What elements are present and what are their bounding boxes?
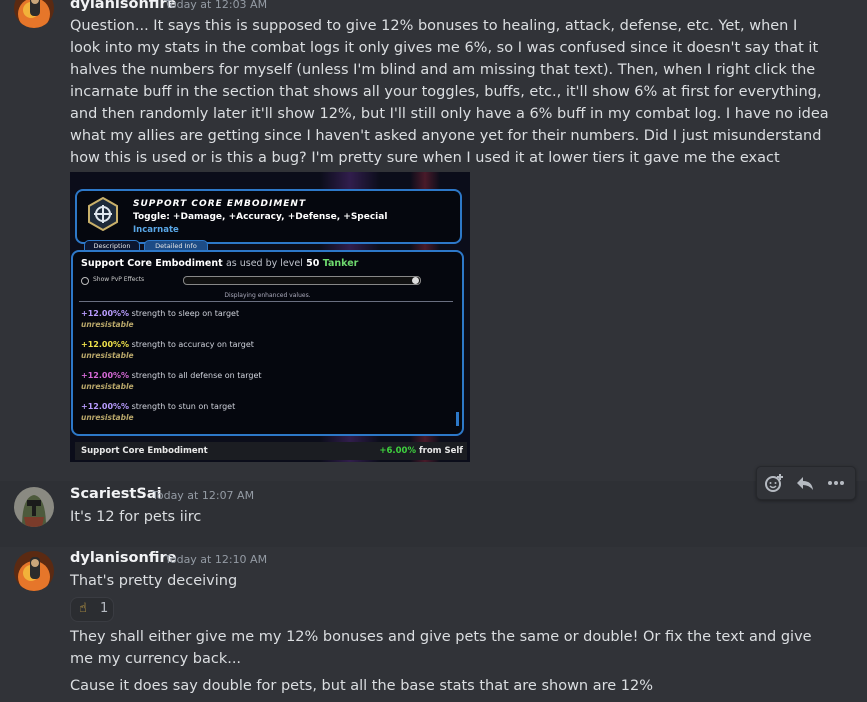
- add-reaction-icon[interactable]: [762, 471, 786, 495]
- reaction-pill[interactable]: ☝ 1: [70, 597, 114, 622]
- avatar[interactable]: [14, 551, 54, 591]
- detail-title-line: Support Core Embodiment as used by level…: [81, 258, 358, 269]
- power-header-panel: SUPPORT CORE EMBODIMENT Toggle: +Damage,…: [75, 189, 462, 244]
- effect-line: +12.00%% strength to stun on target: [81, 402, 235, 411]
- effect-line: +12.00%% strength to all defense on targ…: [81, 371, 262, 380]
- more-options-icon[interactable]: [824, 471, 848, 495]
- attached-screenshot[interactable]: SUPPORT CORE EMBODIMENT Toggle: +Damage,…: [70, 172, 470, 462]
- scrollbar[interactable]: [456, 412, 459, 426]
- effect-pct: +12.00%%: [81, 309, 130, 318]
- pointing-up-emoji-icon: ☝: [79, 601, 87, 616]
- reaction-count: 1: [100, 601, 109, 616]
- slider-knob[interactable]: [412, 277, 419, 284]
- attribute-suffix: from Self: [415, 446, 463, 456]
- message-text: It's 12 for pets iirc: [70, 509, 202, 525]
- message-text: They shall either give me my 12% bonuses…: [70, 629, 812, 667]
- power-name: SUPPORT CORE EMBODIMENT: [133, 199, 307, 209]
- level: 50: [306, 258, 320, 269]
- incarnate-badge-icon: [86, 196, 120, 232]
- message-timestamp: Today at 12:07 AM: [152, 489, 255, 502]
- message-author[interactable]: dylanisonfire: [70, 550, 177, 566]
- displaying-note: Displaying enhanced values.: [224, 292, 311, 299]
- divider: [79, 301, 453, 302]
- as-used-by: as used by level: [225, 258, 303, 269]
- effect-pct: +12.00%%: [81, 340, 130, 349]
- pvp-radio[interactable]: [81, 277, 89, 285]
- avatar-image: [14, 487, 54, 527]
- message-author[interactable]: ScariestSai: [70, 486, 162, 502]
- effect-sub: unresistable: [81, 413, 134, 422]
- effect-line: +12.00%% strength to sleep on target: [81, 309, 239, 318]
- effect-pct: +12.00%%: [81, 371, 130, 380]
- message-timestamp: Today at 12:10 AM: [165, 553, 268, 566]
- avatar[interactable]: [14, 0, 54, 28]
- effect-sub: unresistable: [81, 382, 134, 391]
- message-actions-bar: [756, 466, 856, 500]
- effect-desc: strength to all defense on target: [129, 371, 262, 380]
- detail-panel: Support Core Embodiment as used by level…: [71, 250, 464, 436]
- archetype: Tanker: [322, 258, 359, 269]
- avatar[interactable]: [14, 487, 54, 527]
- attribute-value: +6.00%: [379, 446, 416, 456]
- avatar-image: [14, 551, 54, 591]
- detail-title: Support Core Embodiment: [81, 258, 223, 269]
- effect-line: +12.00%% strength to accuracy on target: [81, 340, 254, 349]
- attribute-source: Support Core Embodiment: [81, 446, 208, 456]
- power-toggle-line: Toggle: +Damage, +Accuracy, +Defense, +S…: [133, 212, 388, 222]
- effect-desc: strength to sleep on target: [129, 309, 240, 318]
- effect-pct: +12.00%%: [81, 402, 130, 411]
- avatar-image: [14, 0, 54, 28]
- message-text: Question... It says this is supposed to …: [70, 18, 829, 188]
- message-timestamp: Today at 12:03 AM: [165, 0, 268, 11]
- effect-sub: unresistable: [81, 320, 134, 329]
- combat-attribute-row: Support Core Embodiment +6.00% from Self: [75, 442, 467, 460]
- message-text: Cause it does say double for pets, but a…: [70, 678, 654, 694]
- effect-desc: strength to accuracy on target: [129, 340, 254, 349]
- effect-sub: unresistable: [81, 351, 134, 360]
- effect-desc: strength to stun on target: [129, 402, 236, 411]
- attribute-value-line: +6.00% from Self: [379, 446, 463, 456]
- values-slider[interactable]: [183, 276, 421, 285]
- message-text: That's pretty deceiving: [70, 573, 238, 589]
- pvp-label: Show PvP Effects: [93, 276, 145, 283]
- message-author[interactable]: dylanisonfire: [70, 0, 177, 12]
- power-category: Incarnate: [133, 225, 179, 235]
- reply-icon[interactable]: [793, 471, 817, 495]
